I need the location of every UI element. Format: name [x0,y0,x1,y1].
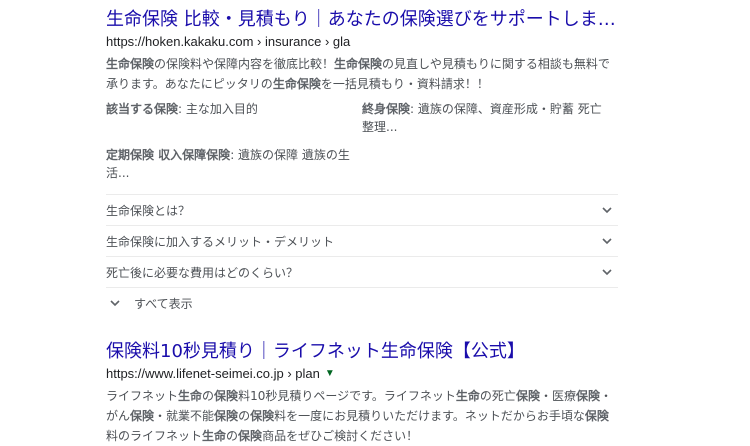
snippet-text: の保険料や保障内容を徹底比較！ [154,57,335,71]
snippet-text: 料のライフネット [106,429,203,443]
result-url[interactable]: https://hoken.kakaku.com › insurance › g… [106,32,618,52]
search-result-kakaku: 生命保険 比較・見積もり｜あなたの保険選びをサポートします ... https:… [106,8,618,318]
snippet-highlight: 保険 [575,389,600,403]
search-results: 生命保険 比較・見積もり｜あなたの保険選びをサポートします ... https:… [106,8,618,446]
chevron-down-icon [602,269,612,276]
snippet-highlight: 保険 [214,389,239,403]
snippet-highlight: 保険 [238,429,263,443]
fact-label: 終身保険 [362,102,411,116]
snippet-text: の死亡 [479,389,516,403]
snippet-highlight: 保険 [130,409,155,423]
show-all-button[interactable]: すべて表示 [106,288,618,318]
faq-question: 生命保険に加入するメリット・デメリット [106,234,335,249]
faq-item[interactable]: 生命保険に加入するメリット・デメリット [106,226,618,257]
snippet-highlight: 生命 [178,389,203,403]
show-all-label: すべて表示 [134,296,193,311]
fact-label: 該当する保険 [106,102,179,116]
result-url[interactable]: https://www.lifenet-seimei.co.jp › plan ▼ [106,364,618,384]
snippet-text: 商品をぜひご検討ください！ [262,429,419,443]
result-facts: 該当する保険: 主な加入目的 終身保険: 遺族の保障、資産形成・貯蓄 死亡整理.… [106,100,618,192]
snippet-highlight: 生命 [202,429,227,443]
search-result-lifenet: 保険料10秒見積り｜ライフネット生命保険【公式】 https://www.lif… [106,340,618,446]
snippet-highlight: 保険 [250,409,275,423]
chevron-down-icon [602,238,612,245]
result-snippet: ライフネット生命の保険料10秒見積りページです。ライフネット生命の死亡保険・医療… [106,386,618,446]
snippet-text: 料を一度にお見積りいただけます。ネットだからお手頃な [274,409,585,423]
fact-item: 該当する保険: 主な加入目的 [106,100,362,136]
snippet-text: の [226,429,239,443]
snippet-highlight: 生命保険 [106,57,155,71]
caret-down-icon[interactable]: ▼ [325,364,335,384]
faq-item[interactable]: 生命保険とは？ [106,195,618,226]
result-url-text: https://hoken.kakaku.com › insurance › g… [106,34,351,49]
result-title-link[interactable]: 保険料10秒見積り｜ライフネット生命保険【公式】 [106,340,618,364]
snippet-text: 料10秒見積りページです。ライフネット [238,389,456,403]
result-title-link[interactable]: 生命保険 比較・見積もり｜あなたの保険選びをサポートします ... [106,8,618,32]
chevron-down-icon [602,207,612,214]
snippet-text: ライフネット [106,389,179,403]
snippet-highlight: 生命保険 [272,77,321,91]
faq-question: 死亡後に必要な費用はどのくらい？ [106,265,299,280]
snippet-text: を一括見積もり・資料請求！！ [320,77,489,91]
faq-question: 生命保険とは？ [106,203,191,218]
fact-label: 定期保険 収入保障保険 [106,148,231,162]
faq-item[interactable]: 死亡後に必要な費用はどのくらい？ [106,257,618,288]
snippet-highlight: 生命保険 [334,57,383,71]
fact-item: 終身保険: 遺族の保障、資産形成・貯蓄 死亡整理... [362,100,618,136]
result-snippet: 生命保険の保険料や保障内容を徹底比較！生命保険の見直しや見積もりに関する相談も無… [106,54,618,94]
snippet-text: の [202,389,215,403]
snippet-text: の [238,409,251,423]
result-url-text: https://www.lifenet-seimei.co.jp › plan [106,366,320,381]
snippet-text: ・就業不能 [154,409,215,423]
snippet-highlight: 生命 [455,389,480,403]
faq-list: 生命保険とは？ 生命保険に加入するメリット・デメリット 死亡後に必要な費用はどの… [106,194,618,288]
fact-item: 定期保険 収入保障保険: 遺族の保障 遺族の生活... [106,146,362,182]
snippet-text: ・医療 [539,389,576,403]
fact-value: : 主な加入目的 [178,102,258,116]
snippet-highlight: 保険 [214,409,239,423]
snippet-highlight: 保険 [584,409,609,423]
chevron-down-icon [110,300,120,307]
snippet-highlight: 保険 [515,389,540,403]
